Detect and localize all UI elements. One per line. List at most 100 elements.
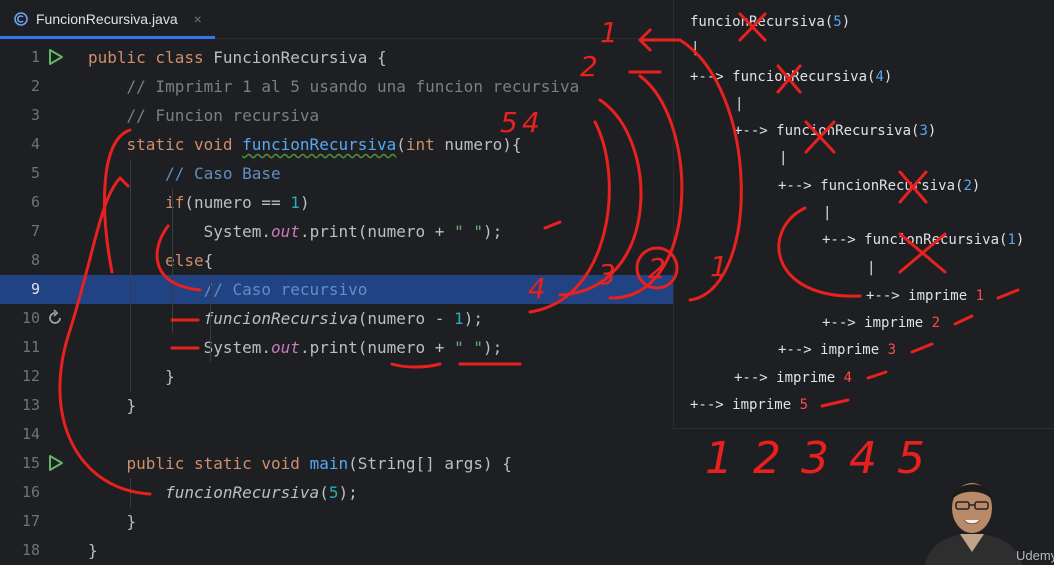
tree-text: | (779, 150, 788, 166)
code-token: public class (88, 48, 214, 67)
code-text[interactable]: System.out.print(numero + " "); (88, 217, 503, 246)
code-token: numero){ (444, 135, 522, 154)
instructor-webcam (925, 483, 1022, 565)
tree-line: | (735, 96, 743, 112)
run-icon[interactable] (46, 454, 64, 472)
code-text[interactable]: // Imprimir 1 al 5 usando una funcion re… (88, 72, 580, 101)
code-token: } (88, 512, 137, 531)
tree-line: | (823, 205, 831, 221)
code-token: ); (482, 222, 503, 241)
code-text[interactable]: static void funcionRecursiva(int numero)… (88, 130, 522, 159)
indent-guide (130, 478, 131, 507)
active-tab-indicator (0, 36, 215, 39)
code-token: int (405, 135, 445, 154)
tree-close-paren: ) (927, 123, 937, 139)
tree-number: 4 (875, 69, 884, 85)
code-token: public static void (88, 454, 310, 473)
output-digit-2: 2 (753, 433, 781, 484)
close-icon[interactable]: × (194, 11, 202, 27)
tab-title: FuncionRecursiva.java (36, 11, 178, 27)
code-token: static void (88, 135, 243, 154)
code-text[interactable]: public static void main(String[] args) { (88, 449, 512, 478)
code-token: ) (299, 193, 310, 212)
tree-line: +--> imprime 4 (734, 370, 852, 386)
code-token: funcionRecursiva (88, 309, 358, 328)
udemy-watermark: Udemy (1016, 548, 1054, 563)
tree-line: | (867, 260, 875, 276)
code-token: ( (396, 135, 406, 154)
line-number[interactable]: 18 (0, 536, 40, 565)
line-number[interactable]: 1 (0, 43, 40, 72)
tree-number: 3 (887, 342, 897, 358)
tree-text: | (691, 40, 700, 56)
tree-text: +--> imprime (866, 288, 976, 304)
line-number[interactable]: 13 (0, 391, 40, 420)
line-number[interactable]: 5 (0, 159, 40, 188)
line-number[interactable]: 10 (0, 304, 40, 333)
code-text[interactable]: // Caso Base (88, 159, 281, 188)
line-number[interactable]: 14 (0, 420, 40, 449)
tree-line: +--> imprime 1 (866, 288, 984, 304)
indent-guide (130, 159, 131, 391)
tree-number: 5 (799, 397, 809, 413)
line-number[interactable]: 4 (0, 130, 40, 159)
recursive-call-icon[interactable] (46, 309, 64, 327)
tree-line: +--> imprime 2 (822, 315, 940, 331)
code-token: System. (88, 222, 272, 241)
line-number[interactable]: 15 (0, 449, 40, 478)
code-text[interactable]: else{ (88, 246, 213, 275)
output-digit-1: 1 (705, 433, 733, 484)
line-number[interactable]: 7 (0, 217, 40, 246)
code-token: (numero == (184, 193, 291, 212)
tree-text: +--> imprime (690, 397, 800, 413)
code-line[interactable]: 17 } (0, 507, 1054, 536)
tree-text: +--> funcionRecursiva( (778, 178, 964, 194)
tree-text: | (735, 96, 744, 112)
code-token: main (309, 454, 349, 473)
line-number[interactable]: 12 (0, 362, 40, 391)
code-token: ); (463, 309, 483, 328)
tree-number: 3 (919, 123, 928, 139)
code-token: (String[] args) { (348, 454, 512, 473)
line-number[interactable]: 6 (0, 188, 40, 217)
code-text[interactable]: funcionRecursiva(5); (88, 478, 358, 507)
code-text[interactable]: // Funcion recursiva (88, 101, 320, 130)
line-number[interactable]: 17 (0, 507, 40, 536)
code-text[interactable]: } (88, 362, 175, 391)
code-text[interactable]: funcionRecursiva(numero - 1); (88, 304, 483, 333)
line-number[interactable]: 8 (0, 246, 40, 275)
code-token: } (88, 541, 98, 560)
tree-text: +--> funcionRecursiva( (734, 123, 920, 139)
code-token: { (203, 251, 214, 270)
code-line[interactable]: 18} (0, 536, 1054, 565)
tree-text: +--> imprime (822, 315, 932, 331)
tree-text: +--> imprime (778, 342, 888, 358)
tree-text: funcionRecursiva( (690, 14, 834, 30)
line-number[interactable]: 16 (0, 478, 40, 507)
tab-funcion-recursiva[interactable]: FuncionRecursiva.java × (0, 0, 215, 39)
code-text[interactable]: public class FuncionRecursiva { (88, 43, 387, 72)
tree-line: +--> funcionRecursiva(4) (690, 69, 892, 85)
tree-line: | (691, 40, 699, 56)
run-icon[interactable] (46, 48, 64, 66)
output-digit-4: 4 (849, 433, 877, 484)
code-text[interactable]: if(numero == 1) (88, 188, 310, 217)
line-number[interactable]: 9 (0, 275, 40, 304)
code-token: System. (88, 338, 272, 357)
code-token: if (88, 193, 185, 212)
code-token: 1 (290, 193, 300, 212)
code-text[interactable]: System.out.print(numero + " "); (88, 333, 503, 362)
tree-line: +--> funcionRecursiva(3) (734, 123, 936, 139)
code-text[interactable]: } (88, 391, 137, 420)
output-digit-3: 3 (801, 433, 829, 484)
tree-text: | (867, 260, 876, 276)
tree-text: +--> funcionRecursiva( (822, 232, 1008, 248)
tree-text: +--> imprime (734, 370, 844, 386)
line-number[interactable]: 11 (0, 333, 40, 362)
code-token: funcionRecursiva (242, 135, 397, 154)
code-text[interactable]: } (88, 536, 98, 565)
code-text[interactable]: } (88, 507, 137, 536)
line-number[interactable]: 2 (0, 72, 40, 101)
code-token: // Imprimir 1 al 5 usando una funcion re… (88, 77, 580, 96)
line-number[interactable]: 3 (0, 101, 40, 130)
